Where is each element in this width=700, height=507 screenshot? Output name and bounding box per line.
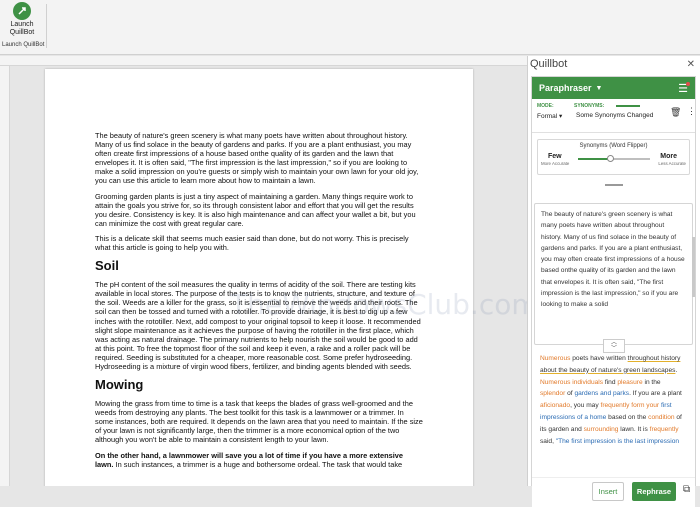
- synonyms-label: SYNONYMS:: [574, 103, 605, 109]
- mode-selector[interactable]: Paraphraser: [539, 83, 592, 93]
- launch-quillbot-button[interactable]: Launch QuillBot: [4, 2, 40, 42]
- doc-paragraph-2: Grooming garden plants is just a tiny as…: [95, 191, 416, 228]
- synonyms-slider[interactable]: [578, 155, 650, 162]
- doc-paragraph-last-rest: In such instances, a trimmer is a huge a…: [113, 459, 403, 469]
- input-text-box[interactable]: The beauty of nature's green scenery is …: [534, 203, 693, 345]
- pane-title: Quillbot: [530, 58, 568, 70]
- output-segment: lawn. It is: [618, 425, 650, 433]
- qb-header: Paraphraser ▼ ☰: [532, 77, 695, 99]
- vertical-ruler: [0, 66, 10, 486]
- output-segment: said,: [540, 437, 556, 445]
- output-segment[interactable]: aficionado: [540, 402, 570, 409]
- output-segment[interactable]: condition: [648, 414, 674, 421]
- output-segment[interactable]: surrounding: [584, 426, 619, 433]
- output-segment[interactable]: gardens and parks: [574, 390, 629, 397]
- output-segment[interactable]: Numerous: [540, 355, 570, 362]
- output-segment: .: [675, 366, 678, 374]
- output-segment[interactable]: splendor: [540, 390, 565, 397]
- document-page[interactable]: The beauty of nature's green scenery is …: [45, 69, 473, 486]
- synonyms-slider-box: Synonyms (Word Flipper) Few More Accurat…: [537, 139, 690, 175]
- trash-icon[interactable]: 🗑: [670, 107, 681, 118]
- output-segment: based on the: [606, 413, 649, 421]
- doc-paragraph-last: On the other hand, a lawnmower will save…: [95, 451, 423, 469]
- synonyms-level-bar: [616, 105, 640, 107]
- quillbot-panel: Paraphraser ▼ ☰ MODE: Formal ▾ SYNONYMS:…: [531, 76, 696, 507]
- mode-dropdown[interactable]: Formal ▾: [537, 112, 562, 120]
- output-segment[interactable]: "The first impression is the last impres…: [556, 438, 679, 445]
- chevron-down-icon[interactable]: ▼: [596, 85, 603, 92]
- pane-scrollbar[interactable]: [692, 237, 695, 297]
- horizontal-ruler: [0, 56, 527, 66]
- slider-more-label: More: [660, 153, 677, 160]
- slider-few-label: Few: [548, 153, 562, 160]
- slider-title: Synonyms (Word Flipper): [579, 143, 648, 149]
- pane-action-bar: Insert Rephrase ⧉: [532, 477, 695, 507]
- heading-soil: Soil: [95, 258, 119, 274]
- quillbot-pane: Quillbot ✕ Paraphraser ▼ ☰ MODE: Formal …: [527, 56, 700, 507]
- doc-paragraph-mowing: Mowing the grass from time to time is a …: [95, 399, 423, 445]
- rephrase-button[interactable]: Rephrase: [632, 482, 676, 501]
- doc-paragraph-3: This is a delicate skill that seems much…: [95, 233, 409, 253]
- drag-handle[interactable]: [604, 184, 623, 186]
- output-segment: in the: [642, 378, 661, 386]
- slider-more-sublabel: Less Accurate: [658, 161, 686, 166]
- output-segment: find: [603, 378, 618, 386]
- ribbon-group-separator: [46, 4, 47, 48]
- output-segment: , you may: [570, 402, 601, 410]
- slider-knob[interactable]: [606, 155, 614, 162]
- output-text-box[interactable]: Numerous poets have written throughout h…: [534, 349, 693, 479]
- heading-mowing: Mowing: [95, 377, 144, 393]
- close-icon[interactable]: ✕: [687, 59, 695, 70]
- qb-settings: MODE: Formal ▾ SYNONYMS: Some Synonyms C…: [532, 99, 696, 133]
- output-segment: poets have written: [570, 355, 628, 362]
- doc-paragraph-soil: The pH content of the soil measures the …: [95, 280, 421, 371]
- output-segment[interactable]: pleasure: [617, 379, 642, 386]
- quillbot-logo-icon: [13, 2, 31, 20]
- mode-chevron-icon: ▾: [559, 113, 563, 120]
- mode-value: Formal: [537, 113, 558, 120]
- document-area: The beauty of nature's green scenery is …: [0, 56, 527, 486]
- output-segment: . If you are a plant: [629, 390, 682, 398]
- slider-fill: [578, 158, 611, 160]
- output-segment[interactable]: Numerous individuals: [540, 379, 603, 386]
- synonyms-value: Some Synonyms Changed: [576, 112, 654, 119]
- hamburger-menu-icon[interactable]: ☰: [678, 81, 690, 95]
- more-options-icon[interactable]: ⋮: [687, 106, 696, 117]
- launch-quillbot-label: Launch QuillBot: [9, 21, 35, 36]
- doc-paragraph-1: The beauty of nature's green scenery is …: [95, 131, 419, 186]
- output-segment[interactable]: frequently form your: [600, 402, 659, 409]
- slider-few-sublabel: More Accurate: [541, 161, 570, 166]
- ribbon-group-label: Launch QuillBot: [2, 42, 45, 48]
- insert-button[interactable]: Insert: [592, 482, 624, 501]
- output-segment[interactable]: frequently: [650, 426, 679, 433]
- notification-dot: [686, 81, 690, 86]
- mode-label: MODE:: [537, 103, 554, 109]
- ribbon: Launch QuillBot Launch QuillBot: [0, 0, 700, 55]
